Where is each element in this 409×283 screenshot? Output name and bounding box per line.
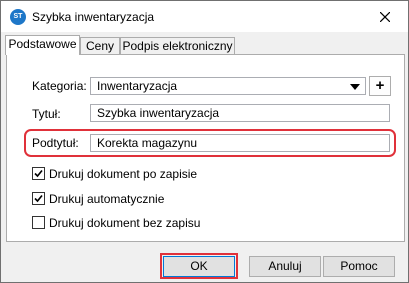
- help-button[interactable]: Pomoc: [323, 256, 395, 277]
- window-title: Szybka inwentaryzacja: [32, 10, 155, 24]
- tab-podstawowe[interactable]: Podstawowe: [5, 35, 80, 55]
- kategoria-value: Inwentaryzacja: [97, 79, 178, 93]
- checkbox-drukuj-po-zapisie-label: Drukuj dokument po zapisie: [49, 167, 198, 181]
- checkbox-drukuj-automatycznie-label: Drukuj automatycznie: [49, 192, 165, 206]
- tytul-input[interactable]: Szybka inwentaryzacja: [90, 104, 390, 122]
- close-button[interactable]: [373, 7, 397, 27]
- tytul-label: Tytuł:: [32, 107, 61, 121]
- add-category-button[interactable]: +: [369, 76, 391, 96]
- checkbox-drukuj-automatycznie[interactable]: [32, 192, 45, 205]
- title-bar[interactable]: ST Szybka inwentaryzacja: [1, 1, 408, 32]
- checkbox-drukuj-bez-zapisu[interactable]: [32, 216, 45, 229]
- kategoria-label: Kategoria:: [32, 79, 87, 93]
- cancel-button[interactable]: Anuluj: [249, 256, 321, 277]
- checkbox-drukuj-po-zapisie[interactable]: [32, 167, 45, 180]
- app-logo-icon: ST: [10, 9, 26, 25]
- podtytul-label: Podtytuł:: [32, 136, 79, 150]
- close-icon: [380, 12, 390, 22]
- checkbox-drukuj-bez-zapisu-label: Drukuj dokument bez zapisu: [49, 216, 201, 230]
- podtytul-input[interactable]: Korekta magazynu: [90, 134, 390, 152]
- ok-button[interactable]: OK: [163, 256, 235, 277]
- dialog-window: ST Szybka inwentaryzacja Podstawowe Ceny…: [0, 0, 409, 283]
- checkmark-icon: [34, 194, 43, 203]
- checkmark-icon: [34, 169, 43, 178]
- kategoria-select[interactable]: Inwentaryzacja: [90, 77, 366, 95]
- chevron-down-icon: [350, 84, 360, 90]
